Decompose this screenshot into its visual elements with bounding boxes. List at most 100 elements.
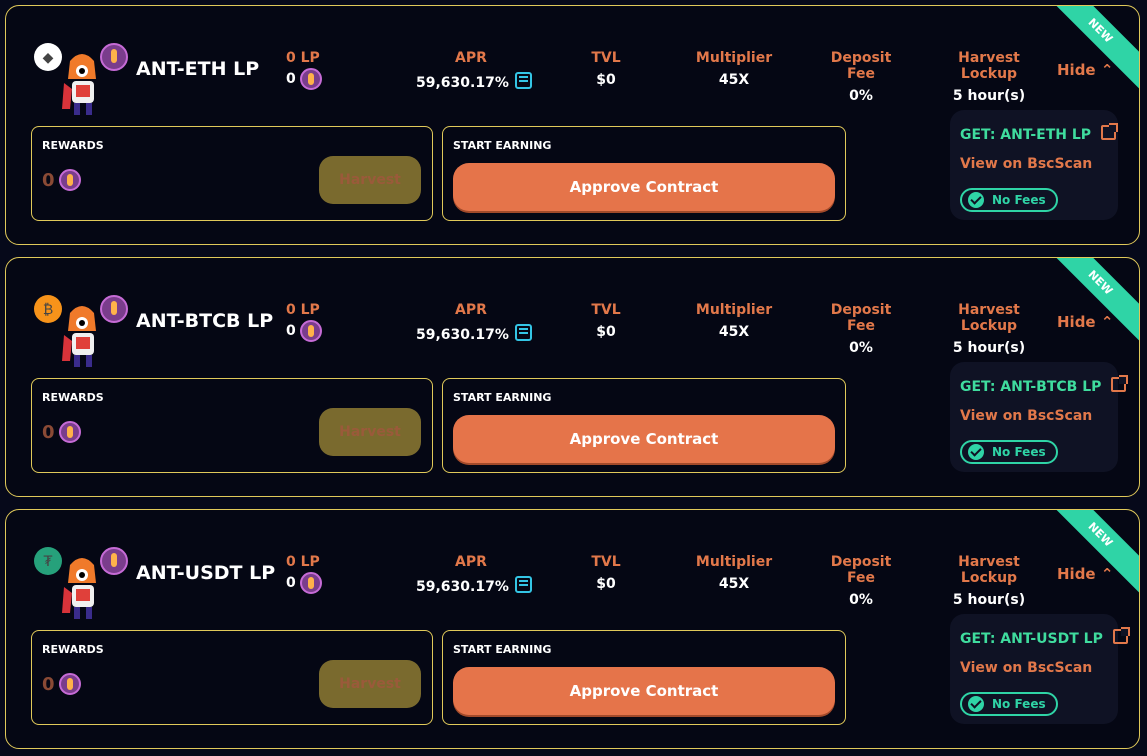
- external-link-icon: [1111, 375, 1129, 392]
- approve-contract-button[interactable]: Approve Contract: [453, 667, 835, 715]
- tvl-label: TVL: [591, 50, 621, 66]
- lp-label: 0 LP: [286, 50, 320, 66]
- deposit-fee-value: 0%: [849, 592, 873, 608]
- apr-label: APR: [455, 302, 487, 318]
- get-lp-link[interactable]: GET: ANT-BTCB LP: [960, 375, 1129, 395]
- bscscan-link[interactable]: View on BscScan: [960, 408, 1092, 424]
- multiplier-value: 45X: [718, 72, 750, 88]
- tvl-value: $0: [596, 324, 616, 340]
- external-link-icon: [1112, 627, 1130, 644]
- approve-contract-button[interactable]: Approve Contract: [453, 163, 835, 211]
- harvest-lockup-stat: Harvest Lockup 5 hour(s): [934, 50, 1044, 104]
- new-badge: NEW: [1037, 510, 1139, 598]
- approve-contract-button[interactable]: Approve Contract: [453, 415, 835, 463]
- harvest-lockup-value: 5 hour(s): [952, 88, 1026, 104]
- lp-value: 0: [286, 575, 296, 591]
- base-token-glyph: ◆: [43, 50, 54, 66]
- hide-details-button[interactable]: Hide ⌃: [1057, 313, 1113, 331]
- calculator-icon[interactable]: [514, 576, 532, 593]
- deposit-fee-value: 0%: [849, 340, 873, 356]
- rewards-title: REWARDS: [42, 391, 104, 404]
- farm-card: NEW ◆ ANT-ETH LP 0 LP 0 APR 59,630.17% T…: [5, 5, 1140, 245]
- check-icon: [968, 696, 984, 712]
- rewards-title: REWARDS: [42, 139, 104, 152]
- multiplier-stat: Multiplier 45X: [694, 554, 774, 592]
- no-fees-label: No Fees: [992, 697, 1046, 711]
- hide-details-button[interactable]: Hide ⌃: [1057, 61, 1113, 79]
- farm-card: NEW ₮ ANT-USDT LP 0 LP 0 APR 59,630.17% …: [5, 509, 1140, 749]
- no-fees-label: No Fees: [992, 445, 1046, 459]
- lp-balance: 0 LP 0: [286, 302, 322, 342]
- bscscan-link[interactable]: View on BscScan: [960, 156, 1092, 172]
- rewards-value: 0: [42, 673, 55, 695]
- harvest-lockup-label: Harvest Lockup: [958, 554, 1020, 586]
- calculator-icon[interactable]: [514, 72, 532, 89]
- details-panel: GET: ANT-ETH LP View on BscScan No Fees: [950, 110, 1119, 220]
- get-lp-link[interactable]: GET: ANT-ETH LP: [960, 123, 1119, 143]
- pair-logo: ₿: [34, 295, 128, 367]
- tvl-value: $0: [596, 576, 616, 592]
- tvl-label: TVL: [591, 554, 621, 570]
- rewards-value: 0: [42, 421, 55, 443]
- details-panel: GET: ANT-USDT LP View on BscScan No Fees: [950, 614, 1130, 724]
- base-token-glyph: ₿: [43, 302, 53, 318]
- apr-value: 59,630.17%: [416, 327, 509, 343]
- rewards-panel: REWARDS 0 Harvest: [31, 378, 433, 473]
- tvl-stat: TVL $0: [581, 50, 631, 88]
- pair-name: ANT-ETH LP: [136, 58, 260, 80]
- ant-token-icon: [299, 68, 322, 90]
- apr-value: 59,630.17%: [416, 579, 509, 595]
- start-earning-title: START EARNING: [453, 139, 552, 152]
- lp-label: 0 LP: [286, 302, 320, 318]
- harvest-lockup-value: 5 hour(s): [952, 592, 1026, 608]
- start-earning-title: START EARNING: [453, 391, 552, 404]
- no-fees-badge: No Fees: [960, 440, 1058, 464]
- multiplier-label: Multiplier: [695, 554, 773, 570]
- multiplier-stat: Multiplier 45X: [694, 50, 774, 88]
- ant-token-icon: [58, 673, 81, 695]
- deposit-fee-label: Deposit Fee: [830, 302, 892, 334]
- harvest-lockup-stat: Harvest Lockup 5 hour(s): [934, 302, 1044, 356]
- multiplier-value: 45X: [718, 324, 750, 340]
- base-token-glyph: ₮: [44, 554, 53, 570]
- apr-stat: APR 59,630.17%: [416, 50, 532, 91]
- apr-label: APR: [455, 50, 487, 66]
- lp-label: 0 LP: [286, 554, 320, 570]
- calculator-icon[interactable]: [514, 324, 532, 341]
- external-link-icon: [1101, 123, 1119, 140]
- multiplier-value: 45X: [718, 576, 750, 592]
- no-fees-badge: No Fees: [960, 188, 1058, 212]
- ant-token-icon: [58, 421, 81, 443]
- deposit-fee-label: Deposit Fee: [830, 50, 892, 82]
- harvest-button[interactable]: Harvest: [319, 156, 421, 204]
- farm-card: NEW ₿ ANT-BTCB LP 0 LP 0 APR 59,630.17% …: [5, 257, 1140, 497]
- rewards-panel: REWARDS 0 Harvest: [31, 630, 433, 725]
- rewards-value: 0: [42, 169, 55, 191]
- lp-balance: 0 LP 0: [286, 554, 322, 594]
- new-badge: NEW: [1037, 258, 1139, 346]
- harvest-lockup-stat: Harvest Lockup 5 hour(s): [934, 554, 1044, 608]
- harvest-button[interactable]: Harvest: [319, 408, 421, 456]
- start-earning-panel: START EARNING Approve Contract: [442, 126, 846, 221]
- check-icon: [968, 444, 984, 460]
- tvl-stat: TVL $0: [581, 302, 631, 340]
- bscscan-link[interactable]: View on BscScan: [960, 660, 1092, 676]
- start-earning-panel: START EARNING Approve Contract: [442, 630, 846, 725]
- lp-value: 0: [286, 323, 296, 339]
- start-earning-panel: START EARNING Approve Contract: [442, 378, 846, 473]
- get-lp-link[interactable]: GET: ANT-USDT LP: [960, 627, 1130, 647]
- apr-stat: APR 59,630.17%: [416, 302, 532, 343]
- apr-value: 59,630.17%: [416, 75, 509, 91]
- rewards-title: REWARDS: [42, 643, 104, 656]
- start-earning-title: START EARNING: [453, 643, 552, 656]
- hide-details-button[interactable]: Hide ⌃: [1057, 565, 1113, 583]
- deposit-fee-stat: Deposit Fee 0%: [816, 50, 906, 104]
- harvest-button[interactable]: Harvest: [319, 660, 421, 708]
- pair-logo: ₮: [34, 547, 128, 619]
- apr-label: APR: [455, 554, 487, 570]
- tvl-label: TVL: [591, 302, 621, 318]
- pair-logo: ◆: [34, 43, 128, 115]
- rewards-panel: REWARDS 0 Harvest: [31, 126, 433, 221]
- deposit-fee-stat: Deposit Fee 0%: [816, 302, 906, 356]
- harvest-lockup-label: Harvest Lockup: [958, 50, 1020, 82]
